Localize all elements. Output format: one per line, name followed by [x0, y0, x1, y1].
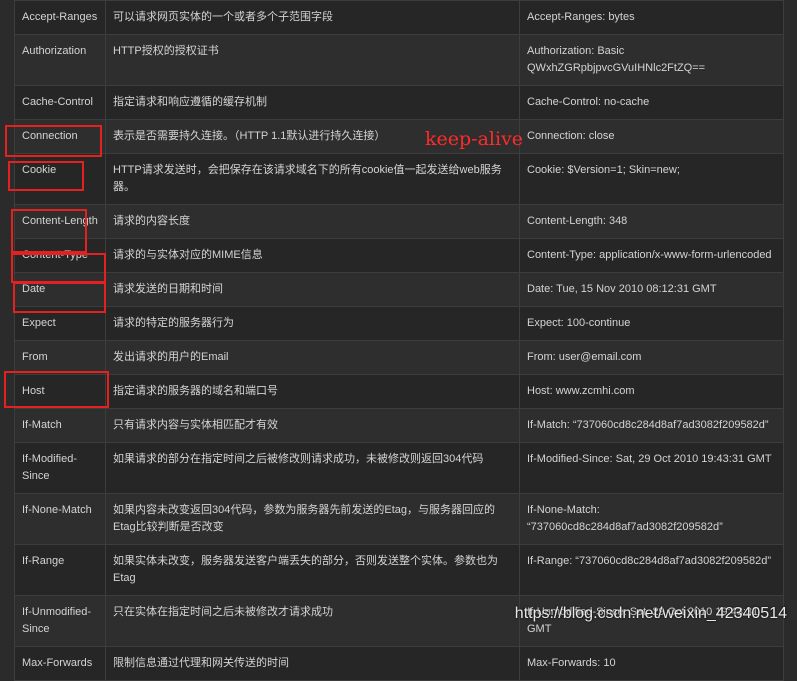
table-row: Accept-Ranges 可以请求网页实体的一个或者多个子范围字段 Accept-…: [14, 0, 784, 35]
header-description: 可以请求网页实体的一个或者多个子范围字段: [105, 0, 520, 35]
header-description: 如果请求的部分在指定时间之后被修改则请求成功，未被修改则返回304代码: [105, 442, 520, 494]
table-row: Content-Length 请求的内容长度 Content-Length: 348: [14, 204, 784, 239]
header-example: If-Match: “737060cd8c284d8af7ad3082f2095…: [519, 408, 784, 443]
header-description: 请求的与实体对应的MIME信息: [105, 238, 520, 273]
header-example: If-Range: “737060cd8c284d8af7ad3082f2095…: [519, 544, 784, 596]
header-name: Max-Forwards: [14, 646, 106, 681]
table-row: If-Match 只有请求内容与实体相匹配才有效 If-Match: “737060…: [14, 408, 784, 443]
header-name: If-None-Match: [14, 493, 106, 545]
header-example: Date: Tue, 15 Nov 2010 08:12:31 GMT: [519, 272, 784, 307]
table-row: If-None-Match 如果内容未改变返回304代码，参数为服务器先前发送的E…: [14, 493, 784, 545]
header-example: From: user@email.com: [519, 340, 784, 375]
header-example: Cookie: $Version=1; Skin=new;: [519, 153, 784, 205]
header-example: Max-Forwards: 10: [519, 646, 784, 681]
keep-alive-annotation: keep-alive: [425, 128, 524, 150]
highlight-box-connection: [5, 125, 102, 157]
highlight-box-content-type: [11, 253, 106, 283]
header-description: 请求的内容长度: [105, 204, 520, 239]
header-name: If-Match: [14, 408, 106, 443]
http-headers-table: Accept-Ranges 可以请求网页实体的一个或者多个子范围字段 Accept-…: [14, 0, 784, 681]
table-row: Date 请求发送的日期和时间 Date: Tue, 15 Nov 2010 08:…: [14, 272, 784, 307]
header-example: Connection: close: [519, 119, 784, 154]
highlight-box-cookie: [8, 161, 84, 191]
header-description: 限制信息通过代理和网关传送的时间: [105, 646, 520, 681]
header-description: 如果内容未改变返回304代码，参数为服务器先前发送的Etag，与服务器回应的Et…: [105, 493, 520, 545]
watermark: https://blog.csdn.net/weixin_42340514: [514, 605, 787, 622]
header-description: 指定请求和响应遵循的缓存机制: [105, 85, 520, 120]
header-example: Content-Length: 348: [519, 204, 784, 239]
table-row: Expect 请求的特定的服务器行为 Expect: 100-continue: [14, 306, 784, 341]
header-name: From: [14, 340, 106, 375]
table-row: Authorization HTTP授权的授权证书 Authorization: B…: [14, 34, 784, 86]
table-row: If-Range 如果实体未改变，服务器发送客户端丢失的部分，否则发送整个实体。参…: [14, 544, 784, 596]
table-row: Connection 表示是否需要持久连接。（HTTP 1.1默认进行持久连接） C…: [14, 119, 784, 154]
header-example: If-None-Match: “737060cd8c284d8af7ad3082…: [519, 493, 784, 545]
header-name: Accept-Ranges: [14, 0, 106, 35]
header-example: Cache-Control: no-cache: [519, 85, 784, 120]
table-row: Cache-Control 指定请求和响应遵循的缓存机制 Cache-Control…: [14, 85, 784, 120]
header-description: HTTP请求发送时，会把保存在该请求域名下的所有cookie值一起发送给web服…: [105, 153, 520, 205]
table-row: From 发出请求的用户的Email From: user@email.com: [14, 340, 784, 375]
header-example: Authorization: Basic QWxhZGRpbjpvcGVuIHN…: [519, 34, 784, 86]
highlight-box-date: [13, 282, 106, 313]
header-description: 如果实体未改变，服务器发送客户端丢失的部分，否则发送整个实体。参数也为Etag: [105, 544, 520, 596]
header-description: 只有请求内容与实体相匹配才有效: [105, 408, 520, 443]
header-description: 指定请求的服务器的域名和端口号: [105, 374, 520, 409]
header-description: 只在实体在指定时间之后未被修改才请求成功: [105, 595, 520, 647]
header-name: If-Range: [14, 544, 106, 596]
highlight-box-host: [4, 371, 109, 408]
header-name: If-Modified-Since: [14, 442, 106, 494]
table-body: Accept-Ranges 可以请求网页实体的一个或者多个子范围字段 Accept-…: [14, 0, 784, 681]
header-example: Content-Type: application/x-www-form-url…: [519, 238, 784, 273]
header-description: HTTP授权的授权证书: [105, 34, 520, 86]
header-description: 请求的特定的服务器行为: [105, 306, 520, 341]
header-name: Authorization: [14, 34, 106, 86]
table-row: Cookie HTTP请求发送时，会把保存在该请求域名下的所有cookie值一起发…: [14, 153, 784, 205]
header-example: Host: www.zcmhi.com: [519, 374, 784, 409]
header-example: If-Modified-Since: Sat, 29 Oct 2010 19:4…: [519, 442, 784, 494]
header-description: 请求发送的日期和时间: [105, 272, 520, 307]
table-row: If-Modified-Since 如果请求的部分在指定时间之后被修改则请求成功，…: [14, 442, 784, 494]
table-row: Content-Type 请求的与实体对应的MIME信息 Content-Type:…: [14, 238, 784, 273]
header-example: Accept-Ranges: bytes: [519, 0, 784, 35]
header-name: Cache-Control: [14, 85, 106, 120]
header-example: Expect: 100-continue: [519, 306, 784, 341]
header-description: 发出请求的用户的Email: [105, 340, 520, 375]
header-name: If-Unmodified-Since: [14, 595, 106, 647]
table-row: Host 指定请求的服务器的域名和端口号 Host: www.zcmhi.com: [14, 374, 784, 409]
highlight-box-content-length: [11, 209, 87, 253]
table-row: Max-Forwards 限制信息通过代理和网关传送的时间 Max-Forwards…: [14, 646, 784, 681]
